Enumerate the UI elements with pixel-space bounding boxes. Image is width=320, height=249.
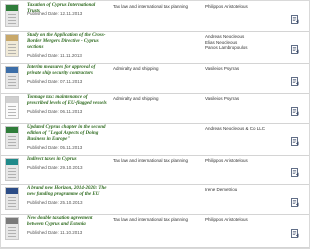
document-icon[interactable] xyxy=(291,137,299,146)
practice-area[interactable]: Tax law and international tax planning xyxy=(113,158,197,164)
publication-title-link[interactable]: Study on the Application of the Cross-Bo… xyxy=(27,33,107,51)
published-date: Published Date: 11.11.2013 xyxy=(27,53,82,58)
document-icon[interactable] xyxy=(291,77,299,86)
publication-title-link[interactable]: Updated Cyprus chapter in the second edi… xyxy=(27,125,107,143)
authors-list: Philippos Aristotelous xyxy=(205,217,277,223)
publication-row[interactable]: A brand new Horizon, 2014-2020: The new … xyxy=(1,184,309,215)
publication-row[interactable]: Taxation of Cyprus International Trusts P… xyxy=(1,1,309,32)
publication-row[interactable]: Indirect taxes in Cyprus Published Date: … xyxy=(1,155,309,185)
publication-cover-thumbnail[interactable] xyxy=(5,126,19,149)
practice-area[interactable]: Tax law and international tax planning xyxy=(113,4,197,10)
publication-cover-thumbnail[interactable] xyxy=(5,158,19,181)
authors-list: Vasileios Psyrras xyxy=(205,66,277,72)
publication-cover-thumbnail[interactable] xyxy=(5,187,19,210)
document-icon[interactable] xyxy=(291,107,299,116)
document-icon[interactable] xyxy=(291,45,299,54)
publication-row[interactable]: New double taxation agreement between Cy… xyxy=(1,214,309,248)
publication-title-link[interactable]: Interim measures for approval of private… xyxy=(27,65,107,77)
author-name[interactable]: Philippos Aristotelous xyxy=(205,4,277,10)
author-name[interactable]: Panos Lambropoulos xyxy=(205,45,277,51)
publication-row[interactable]: Study on the Application of the Cross-Bo… xyxy=(1,31,309,64)
publication-row[interactable]: Tonnage tax: maintenance of prescribed l… xyxy=(1,93,309,124)
author-name[interactable]: Andreas Neocleous & Co LLC xyxy=(205,126,277,132)
publication-cover-thumbnail[interactable] xyxy=(5,217,19,240)
authors-list: Andreas Neocleous Elias Neocleous Panos La… xyxy=(205,34,277,51)
document-icon[interactable] xyxy=(291,198,299,207)
author-name[interactable]: Philippos Aristotelous xyxy=(205,217,277,223)
publications-panel: Taxation of Cyprus International Trusts P… xyxy=(0,0,310,249)
author-name[interactable]: Vasileios Psyrras xyxy=(205,96,277,102)
authors-list: Andreas Neocleous & Co LLC xyxy=(205,126,277,132)
author-name[interactable]: Irene Demetriou xyxy=(205,187,277,193)
author-name[interactable]: Vasileios Psyrras xyxy=(205,66,277,72)
published-date: Published Date: 11.10.2013 xyxy=(27,230,83,235)
publication-title-link[interactable]: A brand new Horizon, 2014-2020: The new … xyxy=(27,186,107,198)
practice-area[interactable]: Admiralty and shipping xyxy=(113,96,197,102)
published-date: Published Date: 12.11.2013 xyxy=(27,11,83,16)
publication-cover-thumbnail[interactable] xyxy=(5,66,19,89)
publication-title-link[interactable]: New double taxation agreement between Cy… xyxy=(27,216,107,228)
author-name[interactable]: Philippos Aristotelous xyxy=(205,158,277,164)
document-icon[interactable] xyxy=(291,168,299,177)
published-date: Published Date: 06.11.2013 xyxy=(27,109,83,114)
publication-cover-thumbnail[interactable] xyxy=(5,34,19,57)
authors-list: Philippos Aristotelous xyxy=(205,4,277,10)
published-date: Published Date: 29.10.2013 xyxy=(27,165,83,170)
publication-row[interactable]: Interim measures for approval of private… xyxy=(1,63,309,94)
authors-list: Philippos Aristotelous xyxy=(205,158,277,164)
publication-cover-thumbnail[interactable] xyxy=(5,96,19,119)
document-icon[interactable] xyxy=(291,229,299,238)
published-date: Published Date: 05.11.2013 xyxy=(27,145,83,150)
publication-title-link[interactable]: Tonnage tax: maintenance of prescribed l… xyxy=(27,95,107,107)
publication-cover-thumbnail[interactable] xyxy=(5,4,19,27)
practice-area[interactable]: Admiralty and shipping xyxy=(113,66,197,72)
authors-list: Irene Demetriou xyxy=(205,187,277,193)
document-icon[interactable] xyxy=(291,15,299,24)
authors-list: Vasileios Psyrras xyxy=(205,96,277,102)
publication-title-link[interactable]: Indirect taxes in Cyprus xyxy=(27,157,107,163)
published-date: Published Date: 07.11.2013 xyxy=(27,79,83,84)
published-date: Published Date: 25.10.2013 xyxy=(27,200,83,205)
publication-row[interactable]: Updated Cyprus chapter in the second edi… xyxy=(1,123,309,156)
practice-area[interactable]: Tax law and international tax planning xyxy=(113,217,197,223)
